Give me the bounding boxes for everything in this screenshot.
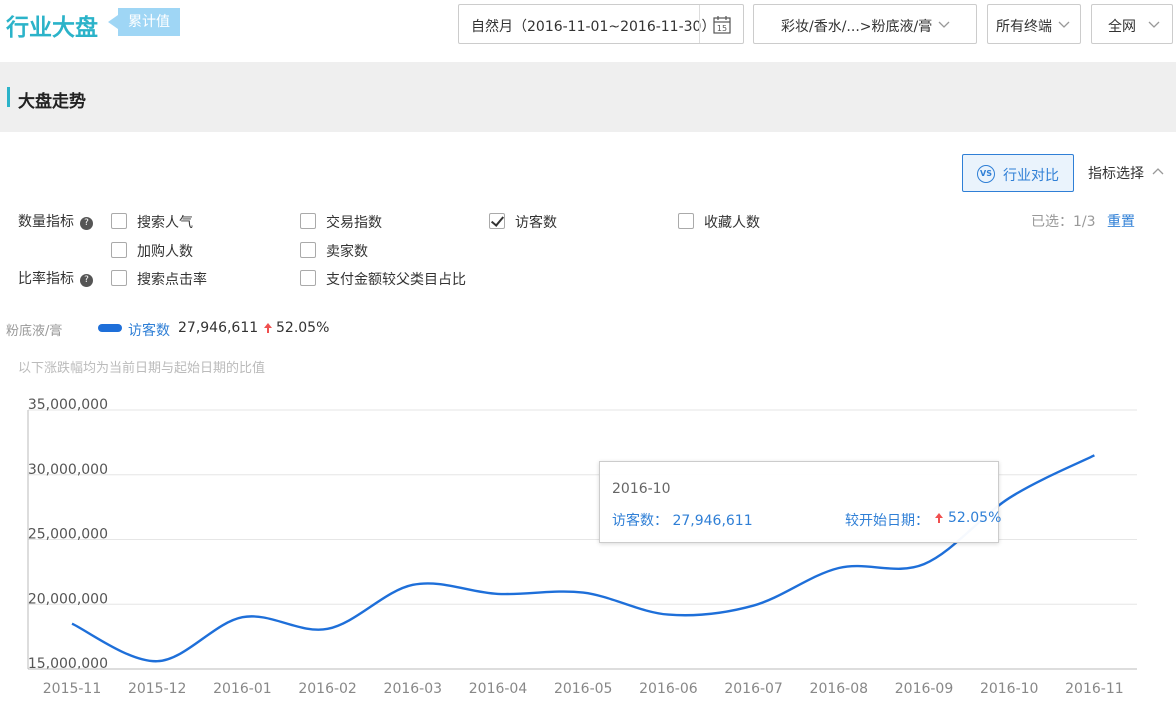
date-range-text: 自然月（2016-11-01~2016-11-30） [471, 19, 716, 35]
terminal-dropdown-label: 所有终端 [996, 19, 1052, 35]
metric-label[interactable]: 收藏人数 [704, 212, 760, 232]
chevron-down-icon [1148, 21, 1160, 28]
data-point[interactable] [664, 611, 672, 619]
date-divider [699, 5, 700, 43]
data-point[interactable] [579, 589, 587, 597]
metric-checkbox[interactable] [489, 213, 505, 229]
section-accent-bar [7, 87, 10, 107]
data-point[interactable] [409, 581, 417, 589]
x-tick-label: 2016-05 [554, 681, 613, 697]
network-dropdown[interactable]: 全网 [1091, 4, 1173, 44]
data-point[interactable] [835, 564, 843, 572]
page-title: 行业大盘 [6, 15, 98, 41]
data-point[interactable] [494, 590, 502, 598]
chevron-up-icon [1152, 168, 1164, 175]
data-point[interactable] [1005, 494, 1013, 502]
metric-checkbox[interactable] [300, 213, 316, 229]
quantity-metrics-text: 数量指标 [18, 214, 74, 230]
x-tick-label: 2015-11 [43, 681, 102, 697]
metric-checkbox[interactable] [300, 270, 316, 286]
section-header [0, 62, 1176, 132]
metric-label[interactable]: 加购人数 [137, 241, 193, 261]
change-note: 以下涨跌幅均为当前日期与起始日期的比值 [18, 361, 266, 376]
metric-checkbox[interactable] [678, 213, 694, 229]
metric-label[interactable]: 交易指数 [326, 212, 382, 232]
help-icon[interactable]: ? [80, 274, 93, 287]
x-tick-label: 2016-04 [469, 681, 528, 697]
x-tick-label: 2016-02 [298, 681, 357, 697]
chart-tooltip: 2016-10 访客数： 27,946,611 较开始日期： 52.05% [599, 461, 1002, 543]
tooltip-series-name: 访客数： 27,946,611 [612, 510, 753, 530]
reset-link[interactable]: 重置 [1107, 211, 1135, 231]
cumulative-badge[interactable]: 累计值 [108, 8, 180, 36]
tooltip-name-text: 访客数： [612, 513, 668, 529]
vs-icon: VS [977, 165, 995, 183]
legend-change: 52.05% [276, 320, 330, 336]
date-range-picker[interactable]: 自然月（2016-11-01~2016-11-30） 15 [458, 4, 744, 44]
metric-checkbox[interactable] [111, 270, 127, 286]
industry-compare-button[interactable]: VS 行业对比 [962, 154, 1074, 192]
trend-chart[interactable]: 15,000,000 20,000,000 25,000,000 30,000,000… [0, 390, 1176, 710]
category-dropdown-label: 彩妆/香水/...>粉底液/膏 [781, 19, 933, 35]
category-label: 粉底液/膏 [6, 324, 63, 339]
chevron-down-icon [1058, 21, 1070, 28]
metric-label[interactable]: 搜索人气 [137, 212, 193, 232]
data-point[interactable] [1090, 451, 1098, 459]
tooltip-change: 52.05% [948, 510, 1002, 526]
quantity-metrics-label: 数量指标? [18, 211, 93, 231]
y-tick-label: 30,000,000 [28, 462, 108, 478]
data-point[interactable] [920, 560, 928, 568]
x-tick-label: 2015-12 [128, 681, 187, 697]
tooltip-value: 27,946,611 [672, 513, 753, 529]
terminal-dropdown[interactable]: 所有终端 [987, 4, 1081, 44]
network-dropdown-label: 全网 [1108, 19, 1136, 35]
data-point[interactable] [750, 602, 758, 610]
arrow-up-icon [264, 323, 272, 333]
help-icon[interactable]: ? [80, 217, 93, 230]
y-tick-label: 25,000,000 [28, 527, 108, 543]
y-tick-label: 15,000,000 [28, 656, 108, 672]
metric-label[interactable]: 卖家数 [326, 241, 368, 261]
legend-series-marker[interactable] [98, 324, 122, 332]
x-tick-label: 2016-01 [213, 681, 272, 697]
x-tick-label: 2016-11 [1065, 681, 1124, 697]
tooltip-compare-label: 较开始日期： [845, 513, 929, 529]
arrow-up-icon [935, 513, 943, 523]
x-tick-label: 2016-08 [810, 681, 869, 697]
metric-checkbox[interactable] [111, 242, 127, 258]
tooltip-date: 2016-10 [612, 481, 671, 497]
data-point[interactable] [68, 620, 76, 628]
selected-count: 已选：1/3 [1031, 214, 1096, 230]
y-tick-label: 35,000,000 [28, 397, 108, 413]
metric-label[interactable]: 访客数 [515, 212, 557, 232]
metric-label[interactable]: 搜索点击率 [137, 269, 207, 289]
legend-series-name[interactable]: 访客数 [128, 320, 170, 340]
x-tick-label: 2016-03 [384, 681, 443, 697]
metric-select-toggle[interactable]: 指标选择 [1088, 163, 1164, 183]
x-tick-label: 2016-09 [895, 681, 954, 697]
data-point[interactable] [324, 625, 332, 633]
data-point[interactable] [153, 657, 161, 665]
x-tick-label: 2016-07 [724, 681, 783, 697]
category-dropdown[interactable]: 彩妆/香水/...>粉底液/膏 [753, 4, 977, 44]
y-tick-label: 20,000,000 [28, 591, 108, 607]
ratio-metrics-label: 比率指标? [18, 268, 93, 288]
x-tick-label: 2016-06 [639, 681, 698, 697]
data-point[interactable] [238, 613, 246, 621]
x-tick-label: 2016-10 [980, 681, 1039, 697]
metric-label[interactable]: 支付金额较父类目占比 [326, 269, 466, 289]
calendar-day: 15 [717, 24, 727, 33]
industry-compare-label: 行业对比 [1003, 168, 1059, 184]
chevron-down-icon [938, 21, 950, 28]
legend-series-value: 27,946,611 [178, 320, 259, 336]
top-bar: 行业大盘 累计值 自然月（2016-11-01~2016-11-30） 15 彩… [0, 0, 1176, 62]
metric-checkbox[interactable] [111, 213, 127, 229]
metric-checkbox[interactable] [300, 242, 316, 258]
section-title: 大盘走势 [18, 92, 86, 112]
metric-select-label: 指标选择 [1088, 166, 1144, 182]
ratio-metrics-text: 比率指标 [18, 271, 74, 287]
calendar-icon[interactable]: 15 [712, 15, 732, 35]
